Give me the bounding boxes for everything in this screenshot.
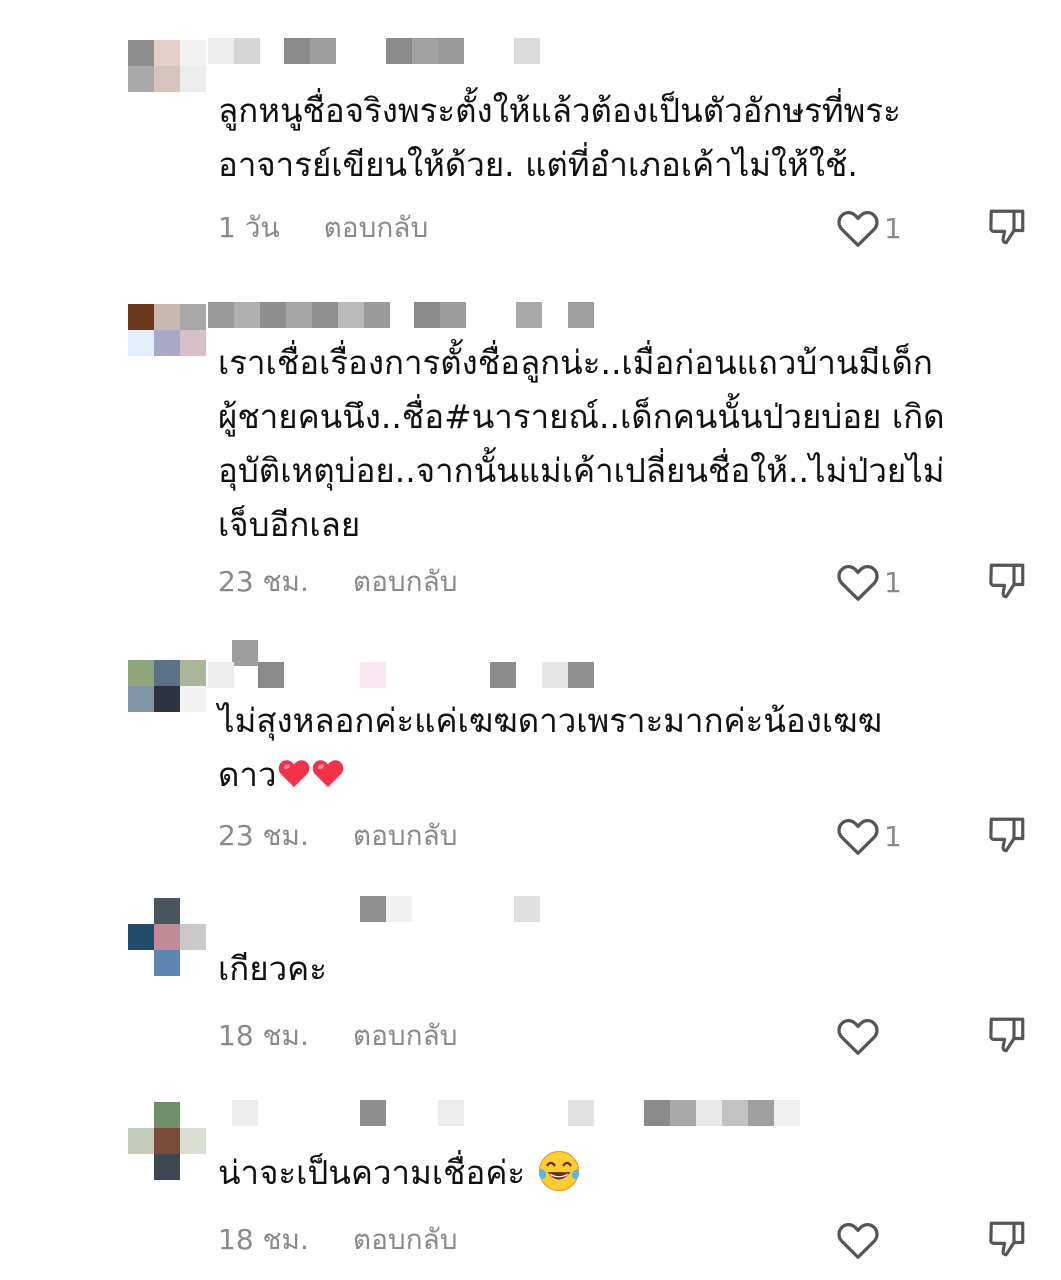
dislike-button[interactable] xyxy=(986,560,1030,604)
heart-outline-icon xyxy=(837,1222,879,1259)
reply-button[interactable]: ตอบกลับ xyxy=(324,206,429,250)
comment-text: ลูกหนูชื่อจริงพระตั้งให้แล้วต้องเป็นตัวอ… xyxy=(218,91,901,184)
comment-time: 23 ชม. xyxy=(218,819,309,852)
comment-text: ไม่สุงหลอกค่ะแค่เฆฆดาวเพราะมากค่ะน้องเฆฆ… xyxy=(218,694,1038,802)
comment-time: 1 วัน xyxy=(218,211,280,244)
comment-text: เราเชื่อเรื่องการตั้งชื่อลูกน่ะ..เมื่อก่… xyxy=(218,343,945,544)
like-count: 1 xyxy=(884,819,902,853)
comment-meta: 23 ชม. ตอบกลับ xyxy=(218,562,458,602)
heart-outline-icon xyxy=(837,210,879,247)
thumbs-down-outline-icon xyxy=(989,1017,1025,1053)
username[interactable] xyxy=(208,1100,800,1128)
comment-time: 18 ชม. xyxy=(218,1223,309,1256)
avatar[interactable] xyxy=(128,898,208,976)
reply-button[interactable]: ตอบกลับ xyxy=(353,814,458,858)
username[interactable] xyxy=(208,896,628,924)
comment-time: 18 ชม. xyxy=(218,1019,309,1052)
comment-text: เกียวคะ xyxy=(218,949,327,988)
username[interactable] xyxy=(208,302,628,330)
heart-outline-icon xyxy=(837,564,879,601)
like-button[interactable]: 1 xyxy=(836,814,916,858)
red-heart-emoji xyxy=(278,760,309,788)
comment-meta: 18 ชม. ตอบกลับ xyxy=(218,1220,458,1260)
username[interactable] xyxy=(208,640,628,688)
avatar[interactable] xyxy=(128,1102,208,1180)
like-button[interactable] xyxy=(836,1218,916,1262)
comment-meta: 23 ชม. ตอบกลับ xyxy=(218,816,458,856)
comment-meta: 18 ชม. ตอบกลับ xyxy=(218,1016,458,1056)
comment-text-line: ดาว xyxy=(218,755,277,794)
tears-of-joy-emoji xyxy=(538,1150,579,1192)
dislike-button[interactable] xyxy=(986,1218,1030,1262)
thumbs-down-outline-icon xyxy=(989,817,1025,853)
thumbs-down-outline-icon xyxy=(989,209,1025,245)
comment-time: 23 ชม. xyxy=(218,565,309,598)
comment-text: น่าจะเป็นความเชื่อค่ะ xyxy=(218,1146,1038,1200)
comment-text-line: น่าจะเป็นความเชื่อค่ะ xyxy=(218,1153,526,1192)
thumbs-down-outline-icon xyxy=(989,563,1025,599)
like-count: 1 xyxy=(884,211,902,245)
comment-meta: 1 วัน ตอบกลับ xyxy=(218,208,428,248)
dislike-button[interactable] xyxy=(986,206,1030,250)
avatar[interactable] xyxy=(128,304,208,364)
username[interactable] xyxy=(208,38,628,66)
like-button[interactable] xyxy=(836,1014,916,1058)
reply-button[interactable]: ตอบกลับ xyxy=(353,560,458,604)
avatar[interactable] xyxy=(128,40,208,100)
like-button[interactable]: 1 xyxy=(836,206,916,250)
reply-button[interactable]: ตอบกลับ xyxy=(353,1218,458,1262)
like-count: 1 xyxy=(884,565,902,599)
comment-text-line: ไม่สุงหลอกค่ะแค่เฆฆดาวเพราะมากค่ะน้องเฆฆ xyxy=(218,701,883,740)
like-button[interactable]: 1 xyxy=(836,560,916,604)
dislike-button[interactable] xyxy=(986,814,1030,858)
heart-outline-icon xyxy=(837,1018,879,1055)
avatar[interactable] xyxy=(128,660,208,720)
red-heart-emoji xyxy=(312,760,343,788)
dislike-button[interactable] xyxy=(986,1014,1030,1058)
thumbs-down-outline-icon xyxy=(989,1221,1025,1257)
reply-button[interactable]: ตอบกลับ xyxy=(353,1014,458,1058)
heart-outline-icon xyxy=(837,818,879,855)
